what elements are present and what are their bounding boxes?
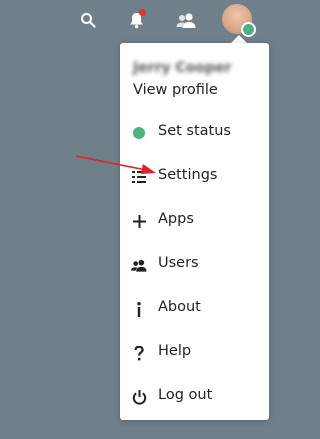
menu-item-label: Settings xyxy=(158,167,218,183)
menu-item-about[interactable]: About xyxy=(120,287,269,331)
notification-badge xyxy=(139,9,146,16)
contacts-button[interactable] xyxy=(176,10,196,30)
plus-icon xyxy=(131,213,147,229)
search-icon xyxy=(80,12,96,28)
menu-item-settings[interactable]: Settings xyxy=(120,155,269,199)
menu-item-label: Help xyxy=(158,343,192,359)
menu-item-label: Set status xyxy=(158,123,231,139)
user-menu: Jerry Cooper View profile Set status Set… xyxy=(120,43,269,420)
menu-item-label: About xyxy=(158,299,201,315)
users-icon xyxy=(131,257,147,273)
menu-item-users[interactable]: Users xyxy=(120,243,269,287)
settings-list-icon xyxy=(131,169,147,185)
menu-item-set-status[interactable]: Set status xyxy=(120,111,269,155)
menu-item-label: Log out xyxy=(158,387,213,403)
status-dot-icon xyxy=(131,125,147,141)
menu-item-label: Apps xyxy=(158,211,194,227)
user-name: Jerry Cooper xyxy=(133,60,232,76)
menu-item-log-out[interactable]: Log out xyxy=(120,375,269,419)
menu-caret xyxy=(231,35,247,43)
view-profile-label: View profile xyxy=(133,82,218,98)
profile-link[interactable]: Jerry Cooper View profile xyxy=(120,43,269,110)
menu-item-apps[interactable]: Apps xyxy=(120,199,269,243)
search-button[interactable] xyxy=(78,10,98,30)
user-avatar[interactable] xyxy=(222,4,256,37)
menu-item-label: Users xyxy=(158,255,199,271)
contacts-icon xyxy=(176,12,196,28)
power-icon xyxy=(131,389,147,405)
info-icon xyxy=(131,301,147,317)
menu-item-help[interactable]: Help xyxy=(120,331,269,375)
help-icon xyxy=(131,345,147,361)
notifications-button[interactable] xyxy=(126,9,146,30)
